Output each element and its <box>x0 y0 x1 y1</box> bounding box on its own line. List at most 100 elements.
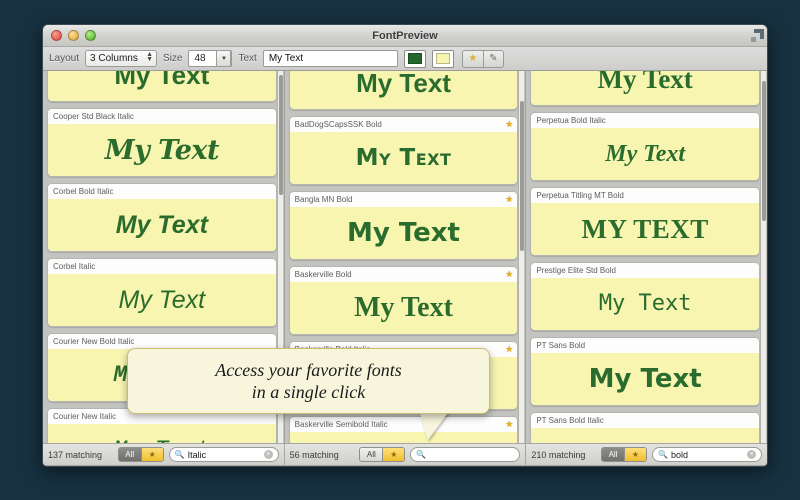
font-card-header: BadDogSCapsSSK Bold ★ <box>290 117 518 132</box>
scrollbar-thumb[interactable] <box>520 101 524 251</box>
font-card[interactable]: Baskerville Bold★My Text <box>289 266 519 335</box>
font-sample-text: My Text <box>116 213 208 238</box>
font-card[interactable]: My Text <box>289 71 519 110</box>
font-card[interactable]: Perpetua Bold Italic My Text <box>530 112 760 181</box>
font-card[interactable]: Baskerville Semibold Italic★My Text <box>289 416 519 443</box>
favorite-star-icon[interactable]: ★ <box>505 195 513 204</box>
layout-select[interactable]: 3 Columns ▲▼ <box>85 50 157 67</box>
filter-favorites-button[interactable]: ★ <box>141 448 163 461</box>
text-input-value: My Text <box>269 53 303 64</box>
chevron-down-icon[interactable]: ▼ <box>216 50 231 67</box>
font-card[interactable]: Perpetua Titling MT BoldMY TEXT <box>530 187 760 256</box>
resize-corner-icon[interactable] <box>750 29 764 43</box>
text-input[interactable]: My Text <box>263 50 398 67</box>
filter-segmented-control: All★ <box>359 447 405 462</box>
zoom-button[interactable] <box>85 30 96 41</box>
column-status-bar-1: 137 matching All★ 🔍Italic× <box>43 443 285 465</box>
search-input[interactable]: 🔍Italic× <box>169 447 279 462</box>
font-preview-body: My Text <box>48 124 276 176</box>
callout-line-1: Access your favorite fonts <box>215 359 401 382</box>
font-card-header: Baskerville Bold ★ <box>290 267 518 282</box>
filter-favorites-button[interactable]: ★ <box>624 448 646 461</box>
callout-line-2: in a single click <box>252 381 365 404</box>
font-card[interactable]: Bangla MN Bold ★ My Text <box>289 191 519 260</box>
size-value: 48 <box>194 53 205 64</box>
font-card[interactable]: Prestige Elite Std BoldMy Text <box>530 262 760 331</box>
scrollbar-thumb[interactable] <box>279 75 283 195</box>
scrollbar-thumb[interactable] <box>762 81 766 221</box>
minimize-button[interactable] <box>68 30 79 41</box>
column-scrollbar-2[interactable] <box>518 71 524 443</box>
font-name-label: Corbel Italic <box>53 262 95 271</box>
font-name-label: Cooper Std Black Italic <box>53 112 134 121</box>
font-preview-body: My Text <box>290 432 518 443</box>
font-sample-text: My Text <box>105 137 219 164</box>
search-input[interactable]: 🔍 <box>410 447 520 462</box>
font-sample-text: My Text <box>114 71 209 88</box>
font-sample-text: My Text <box>589 366 702 392</box>
font-card[interactable]: My Text <box>47 71 277 102</box>
font-name-label: BadDogSCapsSSK Bold <box>295 120 382 129</box>
font-name-label: Bangla MN Bold <box>295 195 353 204</box>
clear-search-icon[interactable]: × <box>747 450 756 459</box>
font-name-label: Courier New Bold Italic <box>53 337 134 346</box>
filter-all-button[interactable]: All <box>360 448 382 461</box>
font-sample-text: My Text <box>605 142 685 166</box>
edit-pencil-icon[interactable]: ✎ <box>483 50 504 68</box>
foreground-color-swatch[interactable] <box>404 50 426 68</box>
filter-favorites-button[interactable]: ★ <box>382 448 404 461</box>
layout-label: Layout <box>49 53 79 64</box>
close-button[interactable] <box>51 30 62 41</box>
column-status-bar-2: 56 matching All★ 🔍 <box>285 443 527 465</box>
font-card[interactable]: Corbel Bold ItalicMy Text <box>47 183 277 252</box>
toolbar-action-group: ★ ✎ <box>462 50 504 68</box>
layout-select-value: 3 Columns <box>90 53 150 64</box>
font-card-header: Perpetua Bold Italic <box>531 113 759 128</box>
search-icon: 🔍 <box>175 450 185 459</box>
font-sample-text: My Text <box>347 220 460 246</box>
star-glyph: ★ <box>468 53 477 64</box>
favorite-star-icon[interactable]: ★ <box>505 270 513 279</box>
font-preview-body: My Text <box>290 132 518 184</box>
filter-all-button[interactable]: All <box>602 448 624 461</box>
favorites-callout: Access your favorite fonts in a single c… <box>127 348 490 414</box>
status-bar: 698 fonts <box>43 465 767 467</box>
search-value: Italic <box>188 450 261 460</box>
font-preview-body: MY TEXT <box>531 203 759 255</box>
font-card-header: Perpetua Titling MT Bold <box>531 188 759 203</box>
font-sample-text: My Text <box>599 293 692 315</box>
font-list-3[interactable]: My TextPerpetua Bold ItalicMy TextPerpet… <box>526 71 767 443</box>
search-input[interactable]: 🔍bold× <box>652 447 762 462</box>
font-sample-text: My Text <box>114 439 211 444</box>
filter-all-button[interactable]: All <box>119 448 141 461</box>
font-card[interactable]: My Text <box>530 71 760 106</box>
font-sample-text: My Text <box>119 288 206 313</box>
font-card-header: Cooper Std Black Italic <box>48 109 276 124</box>
window-titlebar[interactable]: FontPreview <box>43 25 767 47</box>
font-preview-body: My Text <box>531 428 759 443</box>
matching-count-label: 137 matching <box>48 450 113 460</box>
size-input[interactable]: 48 ▼ <box>188 50 232 67</box>
font-card-header: Corbel Italic <box>48 259 276 274</box>
search-icon: 🔍 <box>658 450 668 459</box>
column-scrollbar-3[interactable] <box>760 71 766 443</box>
font-preview-body: My Text <box>48 424 276 443</box>
font-card[interactable]: BadDogSCapsSSK Bold ★ My Text <box>289 116 519 185</box>
font-name-label: PT Sans Bold <box>536 341 585 350</box>
font-card[interactable]: PT Sans Bold My Text <box>530 337 760 406</box>
favorite-star-icon[interactable]: ★ <box>505 120 513 129</box>
toolbar: Layout 3 Columns ▲▼ Size 48 ▼ Text My Te… <box>43 47 767 71</box>
font-card[interactable]: Cooper Std Black Italic My Text <box>47 108 277 177</box>
star-icon[interactable]: ★ <box>462 50 483 68</box>
font-preview-body: My Text <box>531 353 759 405</box>
search-icon: 🔍 <box>416 450 426 459</box>
background-color-swatch[interactable] <box>432 50 454 68</box>
clear-search-icon[interactable]: × <box>264 450 273 459</box>
favorite-star-icon[interactable]: ★ <box>505 420 513 429</box>
font-name-label: Baskerville Bold <box>295 270 352 279</box>
font-card[interactable]: PT Sans Bold ItalicMy Text <box>530 412 760 443</box>
matching-count-label: 56 matching <box>290 450 355 460</box>
background-color-chip <box>436 53 450 64</box>
favorite-star-icon[interactable]: ★ <box>505 345 513 354</box>
font-card[interactable]: Corbel Italic My Text <box>47 258 277 327</box>
